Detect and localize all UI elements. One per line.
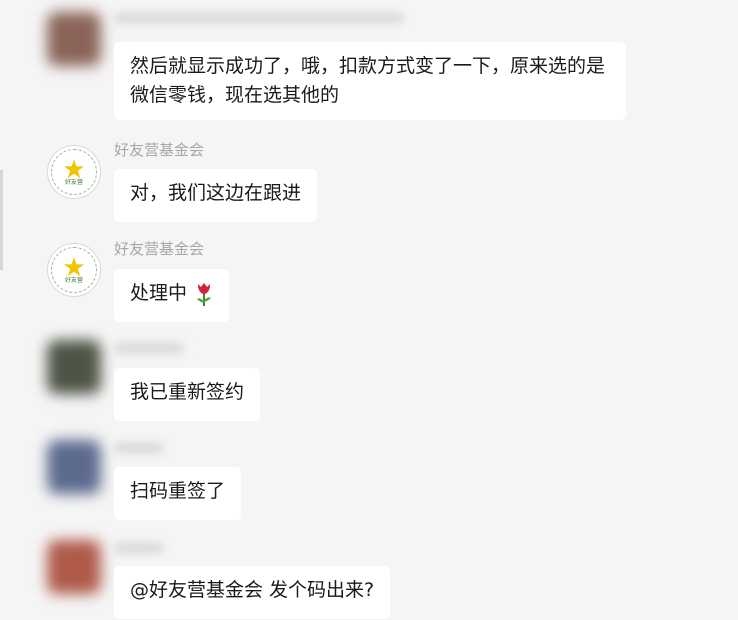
foundation-logo-icon: ★ 好友营: [47, 243, 101, 297]
avatar[interactable]: [47, 440, 101, 494]
avatar[interactable]: [47, 12, 101, 66]
tulip-icon: [197, 282, 212, 306]
avatar[interactable]: ★ 好友营: [47, 145, 101, 199]
sender-name: 好友营基金会: [114, 141, 205, 159]
message-text: @好友营基金会 发个码出来?: [130, 579, 375, 601]
sender-name: [114, 442, 164, 454]
message-text: 然后就显示成功了，哦，扣款方式变了一下，原来选的是微信零钱，现在选其他的: [130, 55, 606, 106]
avatar[interactable]: ★ 好友营: [47, 243, 101, 297]
window-edge: [0, 170, 3, 270]
sender-name: [114, 342, 184, 354]
sender-name: 好友营基金会: [114, 240, 205, 258]
message-bubble[interactable]: 然后就显示成功了，哦，扣款方式变了一下，原来选的是微信零钱，现在选其他的: [114, 42, 626, 120]
message-text: 对，我们这边在跟进: [130, 182, 302, 204]
avatar[interactable]: [47, 540, 101, 594]
message-text: 处理中: [130, 282, 188, 304]
foundation-logo-icon: ★ 好友营: [47, 145, 101, 199]
message-bubble[interactable]: 我已重新签约: [114, 368, 261, 421]
avatar[interactable]: [47, 340, 101, 394]
sender-name: [114, 542, 164, 554]
message-bubble[interactable]: 对，我们这边在跟进: [114, 169, 318, 222]
message-bubble[interactable]: 扫码重签了: [114, 467, 242, 520]
message-bubble[interactable]: 处理中: [114, 269, 230, 322]
message-text: 扫码重签了: [130, 480, 226, 502]
sender-name: [114, 12, 404, 24]
message-text: 我已重新签约: [130, 381, 245, 403]
message-bubble[interactable]: @好友营基金会 发个码出来?: [114, 566, 391, 619]
